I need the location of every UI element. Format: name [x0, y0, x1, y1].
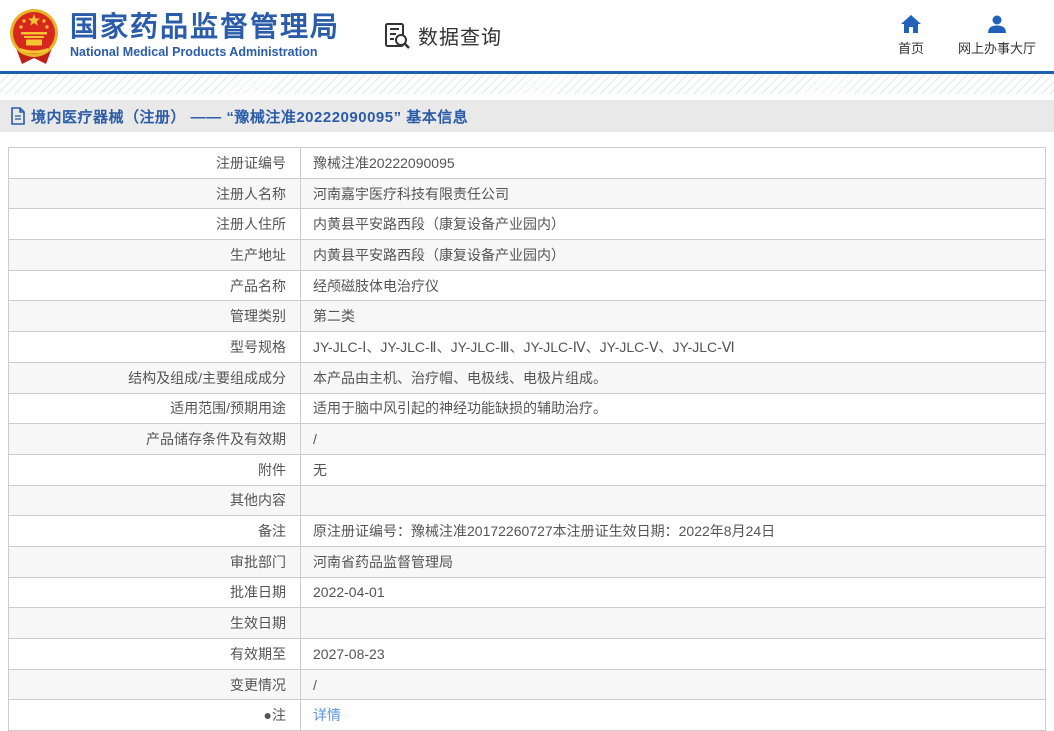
row-value: 豫械注准20222090095	[313, 154, 455, 171]
row-value: 本产品由主机、治疗帽、电极线、电极片组成。	[313, 369, 607, 386]
table-row: 生效日期	[9, 607, 1045, 638]
table-row: 结构及组成/主要组成成分 本产品由主机、治疗帽、电极线、电极片组成。	[9, 361, 1045, 393]
row-value: 适用于脑中风引起的神经功能缺损的辅助治疗。	[313, 400, 607, 417]
row-value: 内黄县平安路西段（康复设备产业园内）	[313, 216, 565, 233]
row-label: 附件	[9, 454, 301, 485]
top-nav: 首页 网上办事大厅	[898, 14, 1036, 57]
page-title-bar: 境内医疗器械（注册） —— “豫械注准20222090095” 基本信息	[0, 100, 1054, 132]
registration-info-table: 注册证编号 豫械注准20222090095 注册人名称 河南嘉宇医疗科技有限责任…	[8, 147, 1046, 731]
row-label: 有效期至	[9, 639, 301, 669]
brand-subtitle: National Medical Products Administration	[70, 44, 318, 59]
row-label: 注册人名称	[9, 178, 301, 209]
row-label: 生产地址	[9, 240, 301, 270]
row-value: 内黄县平安路西段（康复设备产业园内）	[313, 246, 565, 263]
row-value: 经颅磁肢体电治疗仪	[313, 277, 439, 294]
row-label: 审批部门	[9, 546, 301, 577]
table-row: 批准日期 2022-04-01	[9, 576, 1045, 608]
row-label: 适用范围/预期用途	[9, 393, 301, 424]
table-row: 注册证编号 豫械注准20222090095	[9, 148, 1045, 178]
data-query-label: 数据查询	[418, 27, 503, 49]
table-row: 注册人住所 内黄县平安路西段（康复设备产业园内）	[9, 208, 1045, 240]
table-row: 附件 无	[9, 453, 1045, 485]
row-value: /	[313, 431, 317, 448]
table-row: ●注 详情	[9, 699, 1045, 731]
row-label: 备注	[9, 516, 301, 546]
row-label: 管理类别	[9, 301, 301, 332]
brand-block: 国家药品监督管理局 National Medical Products Admi…	[70, 11, 341, 59]
table-row: 备注 原注册证编号：豫械注准20172260727本注册证生效日期：2022年8…	[9, 515, 1045, 546]
row-value: 河南省药品监督管理局	[313, 553, 453, 570]
row-value: 详情	[301, 705, 1045, 725]
table-row: 审批部门 河南省药品监督管理局	[9, 545, 1045, 577]
row-value: 河南嘉宇医疗科技有限责任公司	[313, 185, 509, 202]
table-row: 适用范围/预期用途 适用于脑中风引起的神经功能缺损的辅助治疗。	[9, 392, 1045, 424]
data-query-icon	[385, 22, 410, 49]
table-row: 管理类别 第二类	[9, 300, 1045, 332]
table-row: 有效期至 2027-08-23	[9, 638, 1045, 669]
nav-online-hall-label: 网上办事大厅	[957, 41, 1036, 56]
row-value: 2027-08-23	[313, 645, 385, 662]
row-label: 生效日期	[9, 608, 301, 638]
row-label: 注册证编号	[9, 148, 301, 178]
row-value: /	[313, 676, 317, 693]
nav-home[interactable]: 首页	[898, 14, 924, 57]
national-emblem-logo	[10, 8, 58, 64]
table-row: 型号规格 JY-JLC-Ⅰ、JY-JLC-Ⅱ、JY-JLC-Ⅲ、JY-JLC-Ⅳ…	[9, 331, 1045, 362]
row-label: 产品名称	[9, 270, 301, 301]
data-query-section[interactable]: 数据查询	[382, 21, 502, 51]
user-icon	[987, 15, 1006, 33]
row-label: ●注	[9, 700, 301, 731]
table-row: 其他内容	[9, 484, 1045, 516]
brand-title: 国家药品监督管理局	[70, 11, 341, 43]
row-label: 型号规格	[9, 332, 301, 362]
row-value: 原注册证编号：豫械注准20172260727本注册证生效日期：2022年8月24…	[313, 523, 776, 540]
row-label: 产品储存条件及有效期	[9, 424, 301, 454]
row-value: 无	[313, 461, 327, 478]
detail-link[interactable]: 详情	[313, 707, 341, 723]
table-row: 产品储存条件及有效期 /	[9, 423, 1045, 454]
table-row: 生产地址 内黄县平安路西段（康复设备产业园内）	[9, 239, 1045, 270]
row-value: JY-JLC-Ⅰ、JY-JLC-Ⅱ、JY-JLC-Ⅲ、JY-JLC-Ⅳ、JY-J…	[313, 338, 735, 355]
row-value: 2022-04-01	[313, 584, 385, 601]
row-label: 注册人住所	[9, 209, 301, 240]
row-value: 第二类	[313, 308, 355, 325]
row-label: 变更情况	[9, 669, 301, 700]
table-row: 注册人名称 河南嘉宇医疗科技有限责任公司	[9, 177, 1045, 209]
row-label: 结构及组成/主要组成成分	[9, 362, 301, 393]
document-icon	[11, 107, 25, 125]
row-label: 批准日期	[9, 577, 301, 608]
nav-home-label: 首页	[897, 41, 924, 56]
site-header: 国家药品监督管理局 National Medical Products Admi…	[0, 0, 1054, 71]
table-row: 变更情况 /	[9, 668, 1045, 700]
nav-online-hall[interactable]: 网上办事大厅	[958, 14, 1036, 57]
home-icon	[900, 15, 921, 33]
page-title: 境内医疗器械（注册） —— “豫械注准20222090095” 基本信息	[31, 108, 469, 126]
row-label: 其他内容	[9, 485, 301, 516]
table-row: 产品名称 经颅磁肢体电治疗仪	[9, 269, 1045, 301]
hatch-texture-band	[0, 74, 1054, 95]
